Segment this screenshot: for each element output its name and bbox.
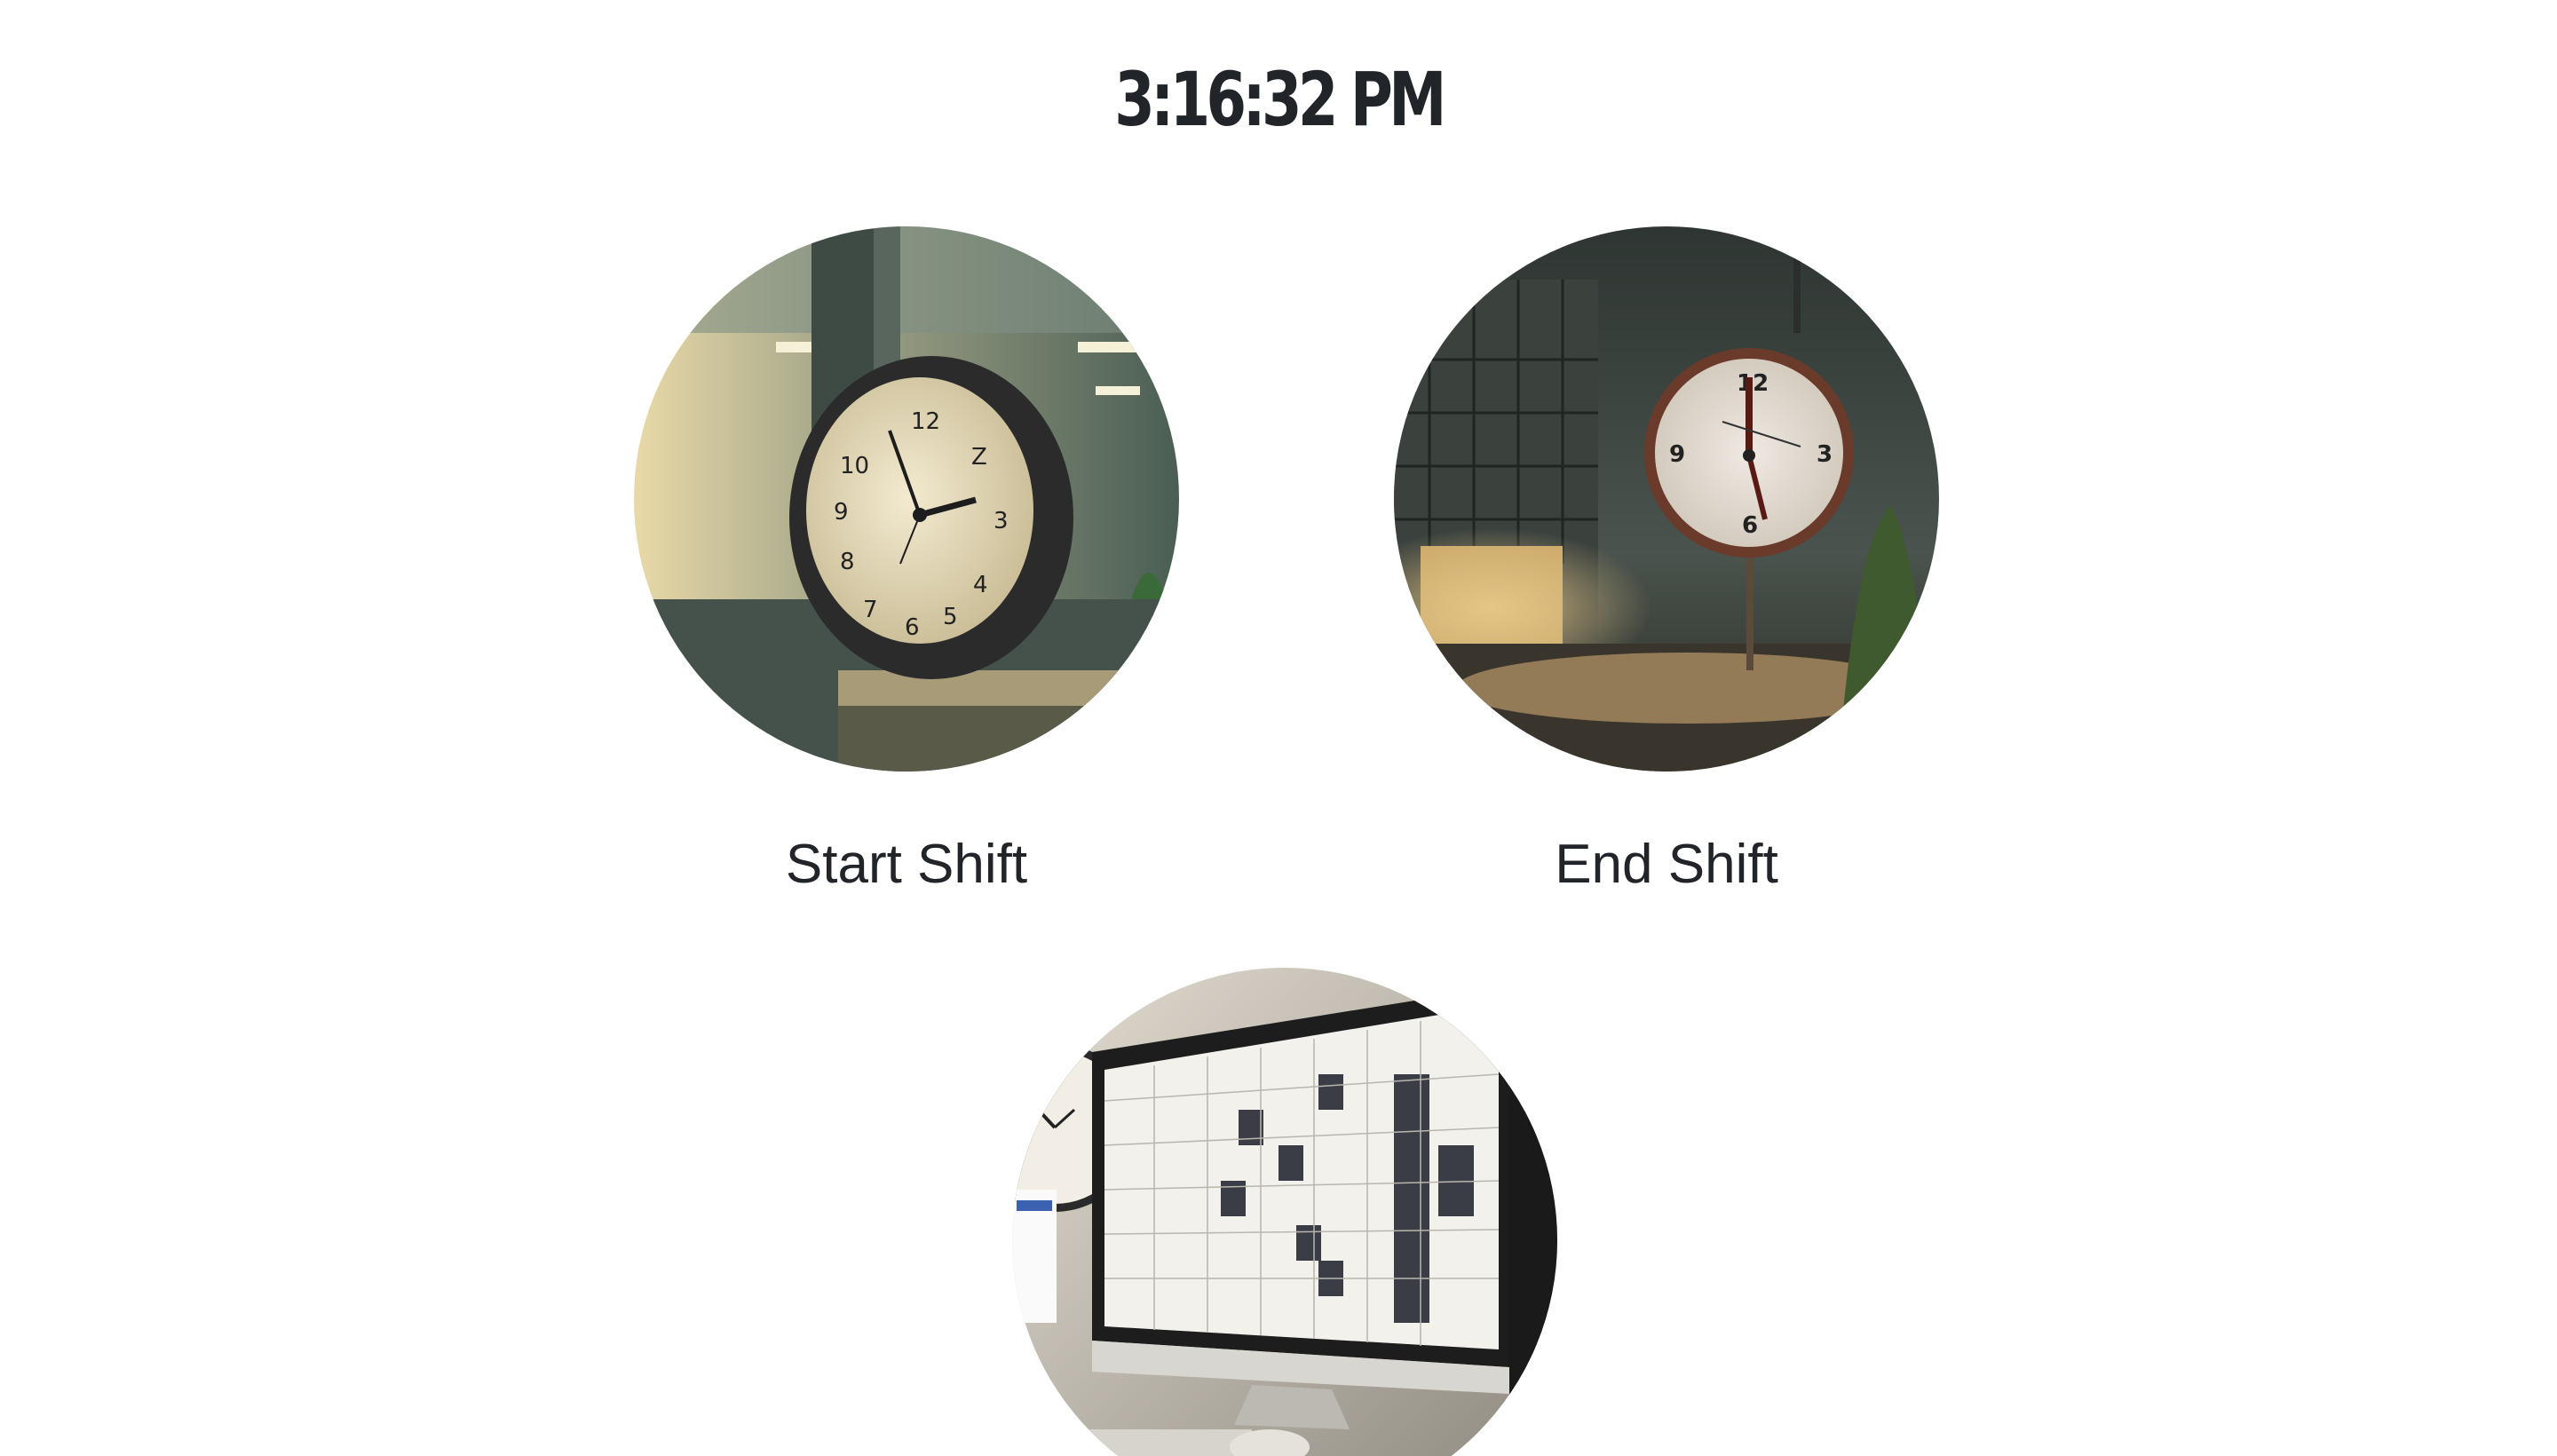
svg-text:9: 9 bbox=[1669, 441, 1685, 468]
schedule-button[interactable] bbox=[1012, 968, 1557, 1456]
svg-text:5: 5 bbox=[943, 604, 958, 630]
svg-text:6: 6 bbox=[905, 614, 920, 641]
start-shift-label[interactable]: Start Shift bbox=[634, 829, 1179, 900]
end-shift-button[interactable]: 12 3 6 9 bbox=[1394, 226, 1939, 772]
street-clock-image: 12 3 6 9 bbox=[1394, 226, 1939, 772]
svg-text:6: 6 bbox=[1742, 512, 1758, 539]
svg-text:3: 3 bbox=[1817, 441, 1833, 468]
svg-text:Z: Z bbox=[971, 444, 987, 471]
svg-text:12: 12 bbox=[911, 408, 940, 435]
office-clock-image: 12 Z 3 4 5 6 7 8 9 10 bbox=[634, 226, 1179, 772]
start-shift-button[interactable]: 12 Z 3 4 5 6 7 8 9 10 bbox=[634, 226, 1179, 772]
time-clock-page: 3:16:32 PM 12 Z 3 4 5 6 7 8 9 10 Start S… bbox=[0, 0, 2557, 1456]
svg-text:9: 9 bbox=[834, 499, 849, 526]
svg-text:4: 4 bbox=[973, 572, 988, 598]
svg-text:3: 3 bbox=[994, 508, 1009, 534]
svg-text:7: 7 bbox=[863, 597, 878, 623]
end-shift-label[interactable]: End Shift bbox=[1394, 829, 1939, 900]
svg-text:10: 10 bbox=[840, 453, 869, 479]
current-time: 3:16:32 PM bbox=[1114, 56, 1446, 143]
svg-text:12: 12 bbox=[1737, 370, 1769, 397]
svg-text:8: 8 bbox=[840, 549, 855, 575]
schedule-monitor-image bbox=[1012, 968, 1557, 1456]
